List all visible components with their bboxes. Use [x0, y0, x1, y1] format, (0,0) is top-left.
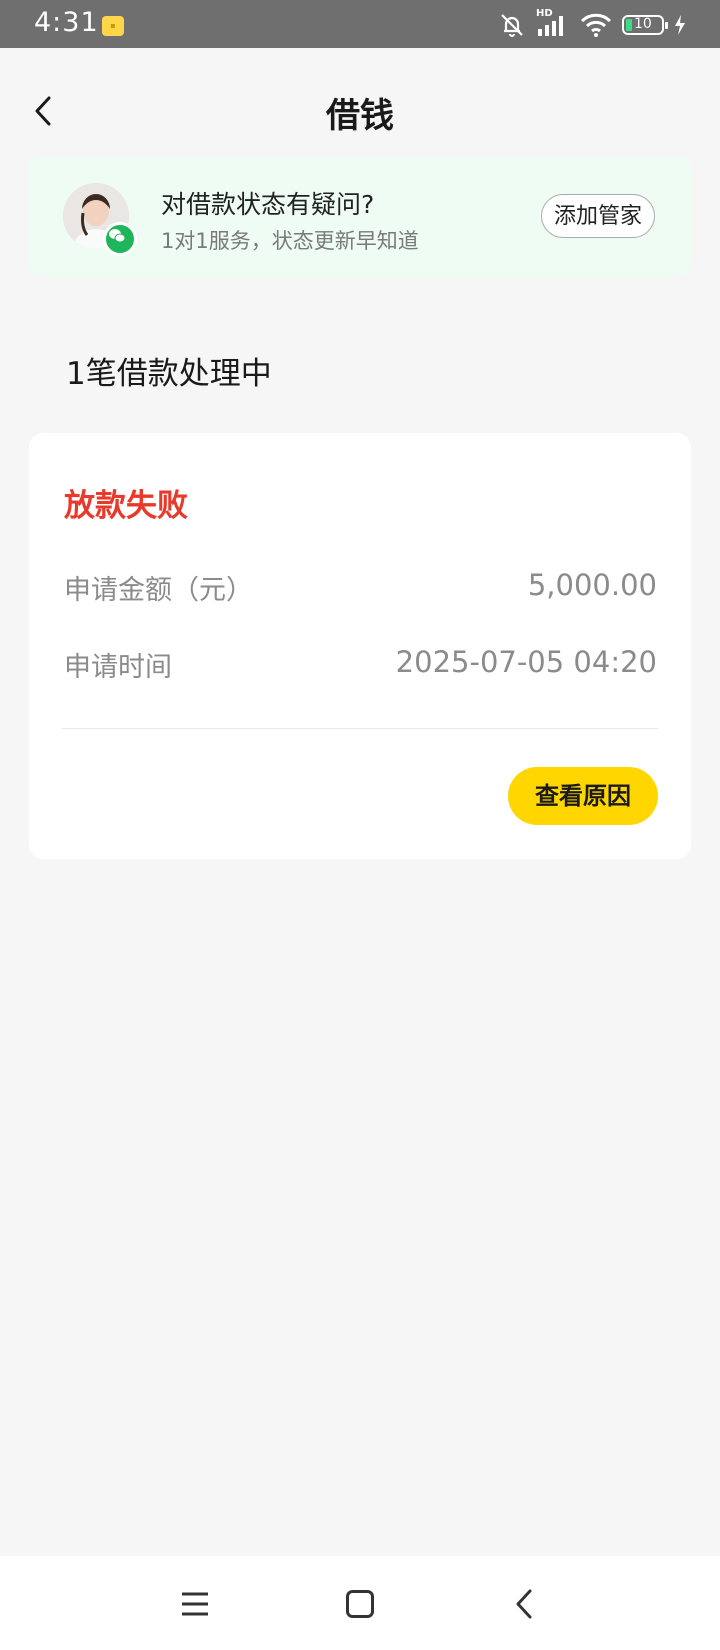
manager-banner: 对借款状态有疑问? 1对1服务，状态更新早知道 添加管家 — [29, 157, 691, 277]
battery-icon: 10 — [622, 15, 668, 35]
banner-title: 对借款状态有疑问? — [161, 190, 375, 219]
loans-processing-title: 1笔借款处理中 — [66, 356, 272, 392]
divider — [62, 728, 658, 729]
charging-icon — [675, 15, 685, 35]
banner-subtitle: 1对1服务，状态更新早知道 — [161, 229, 419, 253]
amount-label: 申请金额（元） — [64, 575, 253, 606]
page-title: 借钱 — [326, 96, 394, 136]
app-notification-icon: ▪ — [102, 16, 124, 36]
loan-card: 放款失败 申请金额（元） 5,000.00 申请时间 2025-07-05 04… — [29, 433, 691, 859]
back-icon — [516, 1589, 532, 1619]
wifi-icon — [580, 13, 612, 37]
system-nav-bar — [0, 1556, 720, 1650]
status-bar: 4:31 ▪ HD 10 — [0, 0, 720, 48]
wechat-icon — [103, 222, 137, 256]
apply-time-value: 2025-07-05 04:20 — [395, 645, 657, 679]
home-button[interactable] — [340, 1584, 380, 1624]
nav-back-button[interactable] — [504, 1584, 544, 1624]
battery-level: 10 — [634, 16, 652, 32]
status-time: 4:31 — [34, 7, 99, 38]
view-reason-button[interactable]: 查看原因 — [508, 767, 658, 825]
amount-value: 5,000.00 — [527, 568, 657, 602]
menu-icon — [182, 1592, 208, 1616]
signal-icon: HD — [536, 8, 570, 38]
apply-time-label: 申请时间 — [64, 652, 172, 683]
menu-button[interactable] — [175, 1584, 215, 1624]
status-icons: HD 10 — [498, 8, 686, 39]
add-manager-button[interactable]: 添加管家 — [540, 194, 655, 238]
loan-status: 放款失败 — [64, 488, 188, 524]
home-icon — [346, 1590, 374, 1618]
mute-bell-icon — [501, 14, 523, 37]
